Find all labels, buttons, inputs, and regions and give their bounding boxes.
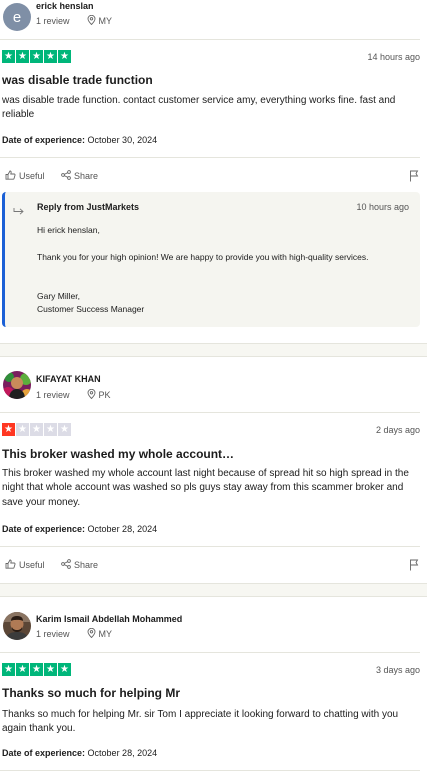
location-icon — [87, 388, 96, 401]
experience-value: October 30, 2024 — [87, 135, 158, 145]
experience-label: Date of experience: — [2, 135, 86, 145]
country-code: MY — [98, 629, 113, 639]
divider — [0, 652, 420, 653]
star-filled-icon: ★ — [2, 663, 15, 676]
location-icon — [87, 14, 96, 27]
review-title[interactable]: This broker washed my whole account… — [2, 447, 234, 461]
reply-signature-title: Customer Success Manager — [37, 304, 145, 314]
review-title[interactable]: Thanks so much for helping Mr — [2, 686, 180, 700]
star-filled-icon: ★ — [44, 50, 57, 63]
share-icon — [61, 559, 71, 571]
flag-icon[interactable] — [409, 558, 419, 576]
star-empty-icon: ★ — [16, 423, 29, 436]
useful-label: Useful — [19, 560, 45, 570]
share-button[interactable]: Share — [61, 559, 98, 571]
star-filled-icon: ★ — [30, 50, 43, 63]
experience-date: Date of experience: October 28, 2024 — [2, 748, 157, 758]
thumbs-up-icon — [5, 559, 16, 571]
flag-icon[interactable] — [409, 169, 419, 187]
star-rating: ★ ★ ★ ★ ★ — [2, 50, 71, 63]
review-body: was disable trade function. contact cust… — [2, 95, 396, 121]
share-button[interactable]: Share — [61, 170, 98, 182]
useful-button[interactable]: Useful — [5, 559, 45, 571]
review-separator — [0, 343, 427, 357]
experience-label: Date of experience: — [2, 524, 86, 534]
star-empty-icon: ★ — [44, 423, 57, 436]
star-rating: ★ ★ ★ ★ ★ — [2, 663, 71, 676]
divider — [0, 546, 420, 547]
share-icon — [61, 170, 71, 182]
reply-date: 10 hours ago — [356, 202, 409, 212]
reply-author: Reply from JustMarkets — [37, 202, 140, 212]
review-date: 3 days ago — [375, 665, 420, 675]
star-filled-icon: ★ — [2, 423, 15, 436]
reply-arrow-icon — [13, 203, 25, 221]
star-filled-icon: ★ — [58, 663, 71, 676]
country-code: MY — [98, 16, 113, 26]
review-separator — [0, 583, 427, 597]
reviewer-name[interactable]: erick henslan — [36, 1, 94, 11]
star-filled-icon: ★ — [30, 663, 43, 676]
reviewer-meta: 1 review MY — [36, 14, 113, 27]
divider — [0, 157, 420, 158]
useful-button[interactable]: Useful — [5, 170, 45, 182]
review-date: 2 days ago — [375, 425, 420, 435]
divider — [0, 39, 420, 40]
reviewer-name[interactable]: KIFAYAT KHAN — [36, 374, 101, 384]
avatar[interactable] — [3, 371, 31, 399]
review-count: 1 review — [36, 629, 70, 639]
review-count: 1 review — [36, 390, 70, 400]
star-empty-icon: ★ — [30, 423, 43, 436]
divider — [0, 412, 420, 413]
reply-signature-name: Gary Miller, — [37, 291, 80, 301]
country-code: PK — [98, 390, 111, 400]
experience-value: October 28, 2024 — [87, 748, 158, 758]
experience-date: Date of experience: October 28, 2024 — [2, 524, 157, 534]
review-body: This broker washed my whole account last… — [2, 468, 409, 508]
share-label: Share — [74, 171, 99, 181]
star-filled-icon: ★ — [58, 50, 71, 63]
star-filled-icon: ★ — [44, 663, 57, 676]
useful-label: Useful — [19, 171, 45, 181]
experience-value: October 28, 2024 — [87, 524, 158, 534]
review-date: 14 hours ago — [367, 52, 420, 62]
review-body: Thanks so much for helping Mr. sir Tom I… — [2, 709, 399, 735]
star-filled-icon: ★ — [16, 663, 29, 676]
reply-message: Thank you for your high opinion! We are … — [37, 252, 369, 262]
experience-date: Date of experience: October 30, 2024 — [2, 135, 157, 145]
reviewer-meta: 1 review MY — [36, 627, 113, 640]
star-rating: ★ ★ ★ ★ ★ — [2, 423, 71, 436]
share-label: Share — [74, 560, 99, 570]
review-count: 1 review — [36, 16, 70, 26]
reviewer-name[interactable]: Karim Ismail Abdellah Mohammed — [36, 614, 182, 624]
review-title[interactable]: was disable trade function — [2, 73, 153, 87]
star-empty-icon: ★ — [58, 423, 71, 436]
thumbs-up-icon — [5, 170, 16, 182]
reviewer-meta: 1 review PK — [36, 388, 111, 401]
divider — [0, 770, 420, 771]
company-reply: Reply from JustMarkets 10 hours ago Hi e… — [2, 192, 420, 327]
location-icon — [87, 627, 96, 640]
reply-greeting: Hi erick henslan, — [37, 225, 100, 235]
star-filled-icon: ★ — [2, 50, 15, 63]
experience-label: Date of experience: — [2, 748, 86, 758]
avatar[interactable] — [3, 612, 31, 640]
star-filled-icon: ★ — [16, 50, 29, 63]
avatar[interactable]: e — [3, 3, 31, 31]
